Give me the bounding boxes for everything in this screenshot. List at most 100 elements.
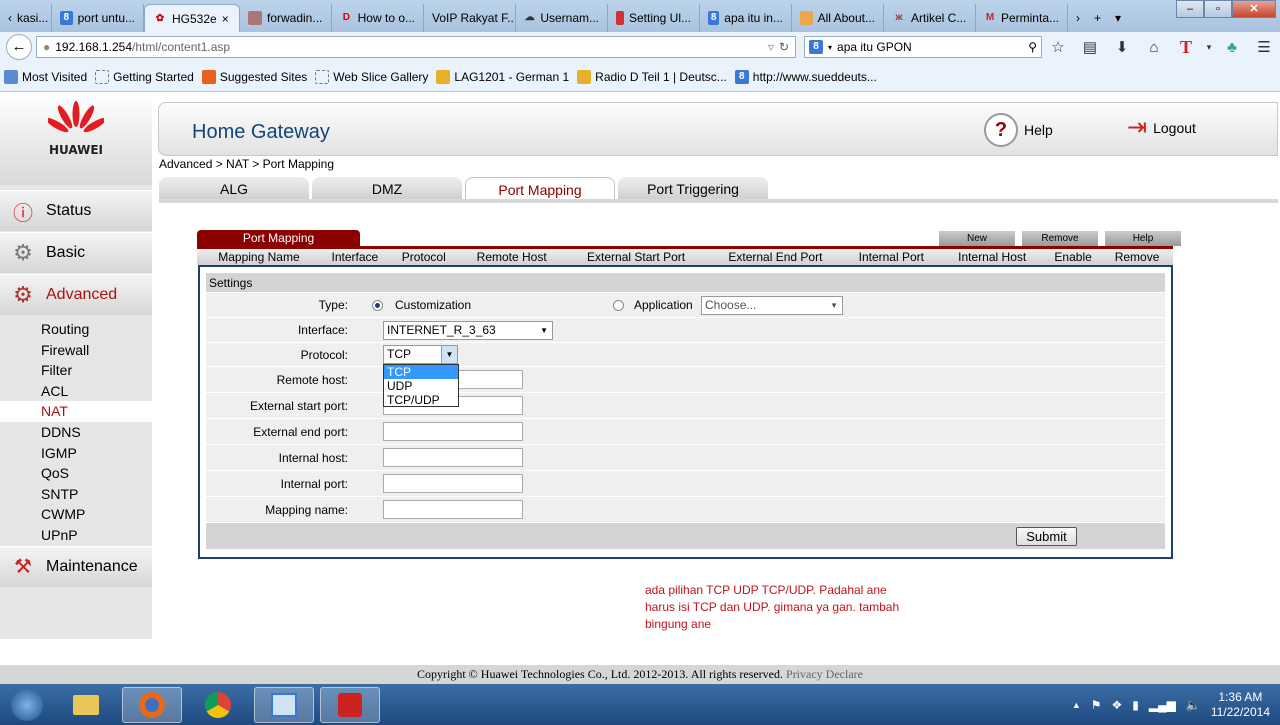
submenu-filter[interactable]: Filter [0,360,152,381]
taskbar-control-panel[interactable] [254,686,314,723]
menu-maintenance[interactable]: ⚒ Maintenance [0,545,152,587]
dropdown-icon[interactable]: ▿ [768,40,774,54]
submenu-firewall[interactable]: Firewall [0,340,152,361]
bookmark-item[interactable]: LAG1201 - German 1 [436,69,569,84]
external-end-port-input[interactable] [383,422,523,441]
remove-button[interactable]: Remove [1022,231,1098,246]
submenu-nat[interactable]: NAT [0,401,152,422]
address-bar[interactable]: ● 192.168.1.254/html/content1.asp ▿ ↻ [36,36,796,58]
browser-tab[interactable]: VoIP Rakyat F... [424,4,516,32]
chevron-down-icon[interactable]: ▾ [828,43,832,52]
tab-alg[interactable]: ALG [159,177,309,200]
mapping-name-input[interactable] [383,500,523,519]
interface-select[interactable]: INTERNET_R_3_63 ▼ [383,320,553,340]
tab-port-mapping[interactable]: Port Mapping [465,177,615,200]
bookmark-item[interactable]: Radio D Teil 1 | Deutsc... [577,69,727,84]
submenu-qos[interactable]: QoS [0,463,152,484]
dropbox-icon[interactable]: ❖ [1112,698,1123,712]
close-window-icon[interactable]: ✕ [1232,0,1276,18]
submenu-routing[interactable]: Routing [0,319,152,340]
bookmark-item[interactable]: Web Slice Gallery [315,69,428,84]
browser-tab[interactable]: Setting Ul... [608,4,700,32]
tab-port-triggering[interactable]: Port Triggering [618,177,768,200]
action-center-icon[interactable]: ⚑ [1091,698,1102,712]
browser-tab[interactable]: ☁ Usernam... [516,4,608,32]
volume-icon[interactable]: 🔈 [1186,698,1201,712]
logout-button[interactable]: ⇥ Logout [1127,113,1196,142]
protocol-option-tcp[interactable]: TCP [384,365,458,379]
chevron-down-icon[interactable]: ▼ [441,346,457,363]
browser-tab[interactable]: ‹ kasi... [0,4,52,32]
browser-tab[interactable]: D How to o... [332,4,424,32]
bookmark-item[interactable]: Most Visited [4,69,87,84]
menu-icon[interactable]: ☰ [1248,38,1280,56]
protocol-option-udp[interactable]: UDP [384,379,458,393]
taskbar-chrome[interactable] [188,687,248,723]
reading-list-icon[interactable]: ▤ [1074,38,1106,56]
new-tab-icon[interactable]: + [1094,11,1101,25]
chevron-down-icon[interactable]: ▾ [1202,42,1216,53]
taskbar-firefox[interactable] [122,686,182,723]
submenu-sntp[interactable]: SNTP [0,484,152,505]
menu-advanced[interactable]: ⚙ Advanced [0,274,152,315]
submenu-acl[interactable]: ACL [0,381,152,402]
google-icon: 8 [60,11,73,25]
type-row: Type: Customization Application Choose..… [206,293,1165,318]
bookmark-star-icon[interactable]: ☆ [1042,38,1074,56]
submenu-upnp[interactable]: UPnP [0,525,152,546]
customization-radio[interactable] [372,299,383,311]
submit-button[interactable]: Submit [1016,526,1077,546]
tab-dmz[interactable]: DMZ [312,177,462,200]
browser-tab[interactable]: All About... [792,4,884,32]
submenu-igmp[interactable]: IGMP [0,443,152,464]
chevron-left-icon[interactable]: ‹ [8,11,12,25]
application-select[interactable]: Choose... ▼ [701,295,843,315]
clock[interactable]: 1:36 AM 11/22/2014 [1211,690,1270,720]
list-tabs-icon[interactable]: ▾ [1115,11,1121,25]
internal-host-input[interactable] [383,448,523,467]
browser-tab[interactable]: 8 apa itu in... [700,4,792,32]
browser-tab[interactable]: M Perminta... [976,4,1068,32]
close-tab-icon[interactable]: × [222,12,229,26]
new-button[interactable]: New [939,231,1015,246]
reload-icon[interactable]: ↻ [779,40,789,54]
maintenance-icon: ⚒ [14,556,32,579]
browser-tab[interactable]: 8 port untu... [52,4,144,32]
network-icon[interactable]: ▂▄▆ [1149,698,1176,712]
show-hidden-icons[interactable]: ▲ [1072,700,1081,710]
power-icon[interactable]: ▮ [1132,698,1139,712]
interface-row: Interface: INTERNET_R_3_63 ▼ [206,318,1165,343]
protocol-select[interactable]: TCP ▼ [383,345,458,364]
bookmark-item[interactable]: Suggested Sites [201,69,307,84]
help-button-table[interactable]: Help [1105,231,1181,246]
addon-icon[interactable]: ♣ [1216,39,1248,56]
submenu-ddns[interactable]: DDNS [0,422,152,443]
menu-basic[interactable]: ⚙ Basic [0,232,152,273]
taskbar-explorer[interactable] [56,687,116,723]
application-radio[interactable] [613,299,624,311]
search-icon[interactable]: ⚲ [1028,40,1037,54]
maximize-icon[interactable]: ▫ [1204,0,1232,18]
internal-port-input[interactable] [383,474,523,493]
search-box[interactable]: 8 ▾ apa itu GPON ⚲ [804,36,1042,58]
minimize-icon[interactable]: – [1176,0,1204,18]
taskbar-toolbox[interactable] [320,686,380,723]
bookmark-item[interactable]: Getting Started [95,69,194,84]
browser-tab[interactable]: ж Artikel C... [884,4,976,32]
page-icon [95,69,110,84]
browser-tab[interactable]: forwadin... [240,4,332,32]
help-button[interactable]: ? Help [984,113,1053,147]
bookmark-item[interactable]: 8 http://www.sueddeuts... [734,69,877,84]
back-button[interactable]: ← [6,34,32,60]
translate-icon[interactable]: T [1170,37,1202,58]
menu-status[interactable]: ⓘ Status [0,190,152,231]
browser-tab-active[interactable]: ✿ HG532e × [144,4,240,32]
advanced-gear-icon: ⚙ [13,282,33,307]
protocol-option-tcp-udp[interactable]: TCP/UDP [384,393,458,407]
scroll-right-icon[interactable]: › [1076,11,1080,25]
start-button[interactable] [4,687,50,723]
submenu-cwmp[interactable]: CWMP [0,504,152,525]
privacy-link[interactable]: Privacy Declare [786,667,863,681]
download-icon[interactable]: ⬇ [1106,38,1138,56]
home-icon[interactable]: ⌂ [1138,39,1170,56]
